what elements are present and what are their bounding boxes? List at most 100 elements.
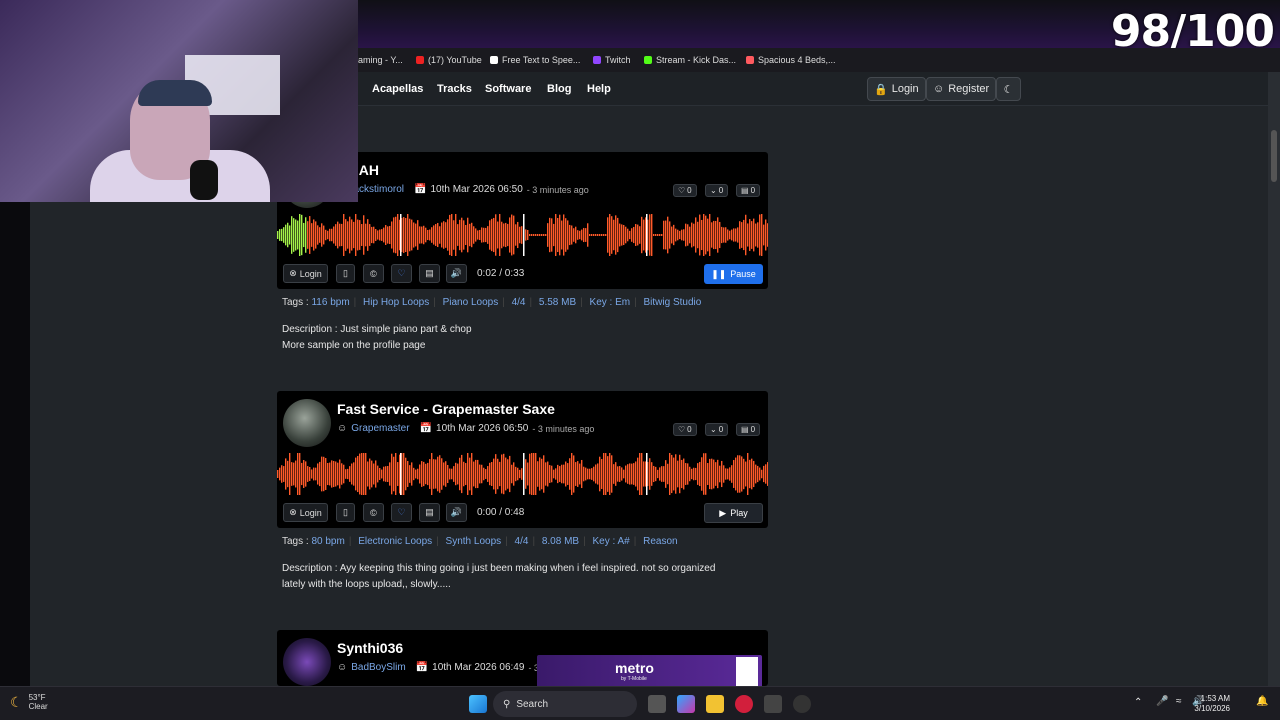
tag-genre[interactable]: Hip Hop Loops (363, 297, 429, 308)
calendar-icon: 📅 (414, 184, 427, 195)
search-icon: ⚲ (503, 698, 511, 710)
favorite-button[interactable]: ♡ (391, 503, 412, 522)
youtube-icon (416, 56, 424, 64)
track-user[interactable]: BadBoySlim (351, 662, 405, 673)
nav-software[interactable]: Software (485, 83, 531, 95)
opera-icon[interactable] (735, 695, 753, 713)
nav-blog[interactable]: Blog (547, 83, 571, 95)
waveform[interactable] (277, 214, 768, 256)
login-button[interactable]: 🔒 Login (867, 77, 926, 101)
weather-temp: 53°F (28, 693, 46, 702)
ad-banner[interactable]: metro by T-Mobile (537, 655, 762, 688)
ad-brand: metro (615, 660, 654, 676)
track-description: Description : Ayy keeping this thing goi… (282, 563, 716, 590)
heart-icon: ♡ (397, 507, 406, 517)
track-user[interactable]: lackstimorol (351, 184, 404, 195)
like-count[interactable]: ♡ 0 (673, 184, 697, 197)
bookmark-twitch[interactable]: Twitch (593, 55, 631, 65)
tag-key[interactable]: Key : A# (592, 536, 629, 547)
taskbar-search[interactable]: ⚲ Search (493, 691, 637, 717)
tag-bpm[interactable]: 80 bpm (311, 536, 344, 547)
ad-close-button[interactable] (736, 657, 758, 687)
track-user[interactable]: Grapemaster (351, 423, 409, 434)
comment-icon: ▤ (741, 186, 749, 195)
task-view-icon[interactable] (648, 695, 666, 713)
bookmark-youtube[interactable]: (17) YouTube (416, 55, 482, 65)
copilot-icon[interactable] (677, 695, 695, 713)
copyright-icon: © (370, 268, 377, 279)
heart-icon: ♡ (678, 425, 686, 434)
file-explorer-icon[interactable] (706, 695, 724, 713)
tag-category[interactable]: Synth Loops (446, 536, 502, 547)
microphone-icon[interactable]: 🎤 (1156, 696, 1168, 707)
dark-mode-toggle[interactable]: ☾ (996, 77, 1021, 101)
avatar[interactable] (283, 399, 331, 447)
waveform[interactable] (277, 453, 768, 495)
moon-icon: ☾ (1003, 83, 1014, 96)
windows-start-icon[interactable] (469, 695, 487, 713)
taskbar-clock[interactable]: 1:53 AM 3/10/2026 (1194, 694, 1230, 714)
comment-count[interactable]: ▤ 0 (736, 423, 761, 436)
login-icon: ⊗ (289, 507, 297, 517)
obs-icon[interactable] (793, 695, 811, 713)
tag-bpm[interactable]: 116 bpm (311, 297, 349, 308)
tag-category[interactable]: Piano Loops (443, 297, 499, 308)
bookmark-text-to-speech[interactable]: Free Text to Spee... (490, 55, 580, 65)
twitch-icon (593, 56, 601, 64)
nav-help[interactable]: Help (587, 83, 611, 95)
scrollbar-thumb[interactable] (1271, 130, 1277, 182)
airbnb-icon (746, 56, 754, 64)
download-button[interactable]: ▯ (336, 264, 355, 283)
store-icon[interactable] (764, 695, 782, 713)
track-tags: Tags : 116 bpm | Hip Hop Loops | Piano Loo… (282, 297, 702, 308)
bookmark-spacious[interactable]: Spacious 4 Beds,... (746, 55, 836, 65)
weather-widget[interactable]: ☾ 53°F Clear (10, 693, 48, 711)
play-icon: ▶ (719, 507, 727, 518)
dislike-count[interactable]: ⌄ 0 (705, 423, 729, 436)
copyright-button[interactable]: © (363, 264, 384, 283)
track-title[interactable]: Synthi036 (337, 640, 403, 656)
playback-time: 0:00 / 0:48 (477, 507, 525, 518)
comments-button[interactable]: ▤ (419, 503, 440, 522)
pause-button[interactable]: ❚❚ Pause (704, 264, 763, 284)
tag-daw[interactable]: Bitwig Studio (644, 297, 702, 308)
bookmark-kick[interactable]: Stream - Kick Das... (644, 55, 736, 65)
speaker-icon: 🔊 (450, 507, 463, 517)
tag-size[interactable]: 5.58 MB (539, 297, 576, 308)
comment-count[interactable]: ▤ 0 (736, 184, 761, 197)
play-button[interactable]: ▶ Play (704, 503, 763, 523)
like-count[interactable]: ♡ 0 (673, 423, 697, 436)
wifi-icon[interactable]: ≈ (1176, 696, 1182, 707)
webcam-microphone (190, 160, 218, 200)
player-login-button[interactable]: ⊗ Login (283, 503, 328, 522)
copyright-button[interactable]: © (363, 503, 384, 522)
tag-size[interactable]: 8.08 MB (542, 536, 579, 547)
player-login-button[interactable]: ⊗ Login (283, 264, 328, 283)
track-title[interactable]: Fast Service - Grapemaster Saxe (337, 401, 555, 417)
tag-daw[interactable]: Reason (643, 536, 677, 547)
comments-button[interactable]: ▤ (419, 264, 440, 283)
volume-button[interactable]: 🔊 (446, 264, 467, 283)
bookmark-gaming[interactable]: aming - Y... (358, 55, 403, 65)
favorite-button[interactable]: ♡ (391, 264, 412, 283)
heart-icon: ♡ (397, 268, 406, 278)
nav-acapellas[interactable]: Acapellas (372, 83, 423, 95)
tag-time-signature[interactable]: 4/4 (515, 536, 529, 547)
notification-icon[interactable]: 🔔 (1256, 696, 1268, 707)
login-icon: ⊗ (289, 268, 297, 278)
nav-tracks[interactable]: Tracks (437, 83, 472, 95)
volume-button[interactable]: 🔊 (446, 503, 467, 522)
track-ago: - 3 minutes ago (532, 423, 595, 434)
tag-genre[interactable]: Electronic Loops (358, 536, 432, 547)
tag-time-signature[interactable]: 4/4 (512, 297, 526, 308)
track-date: 10th Mar 2026 06:49 (432, 662, 525, 673)
avatar[interactable] (283, 638, 331, 686)
register-button[interactable]: ☺ Register (926, 77, 997, 101)
chevron-up-icon[interactable]: ⌃ (1134, 697, 1142, 708)
download-button[interactable]: ▯ (336, 503, 355, 522)
dislike-count[interactable]: ⌄ 0 (705, 184, 729, 197)
tts-icon (490, 56, 498, 64)
track-meta: ☺ Grapemaster 📅 10th Mar 2026 06:50 - 3 … (337, 423, 594, 434)
tag-key[interactable]: Key : Em (590, 297, 631, 308)
chevron-down-icon: ⌄ (710, 186, 717, 195)
